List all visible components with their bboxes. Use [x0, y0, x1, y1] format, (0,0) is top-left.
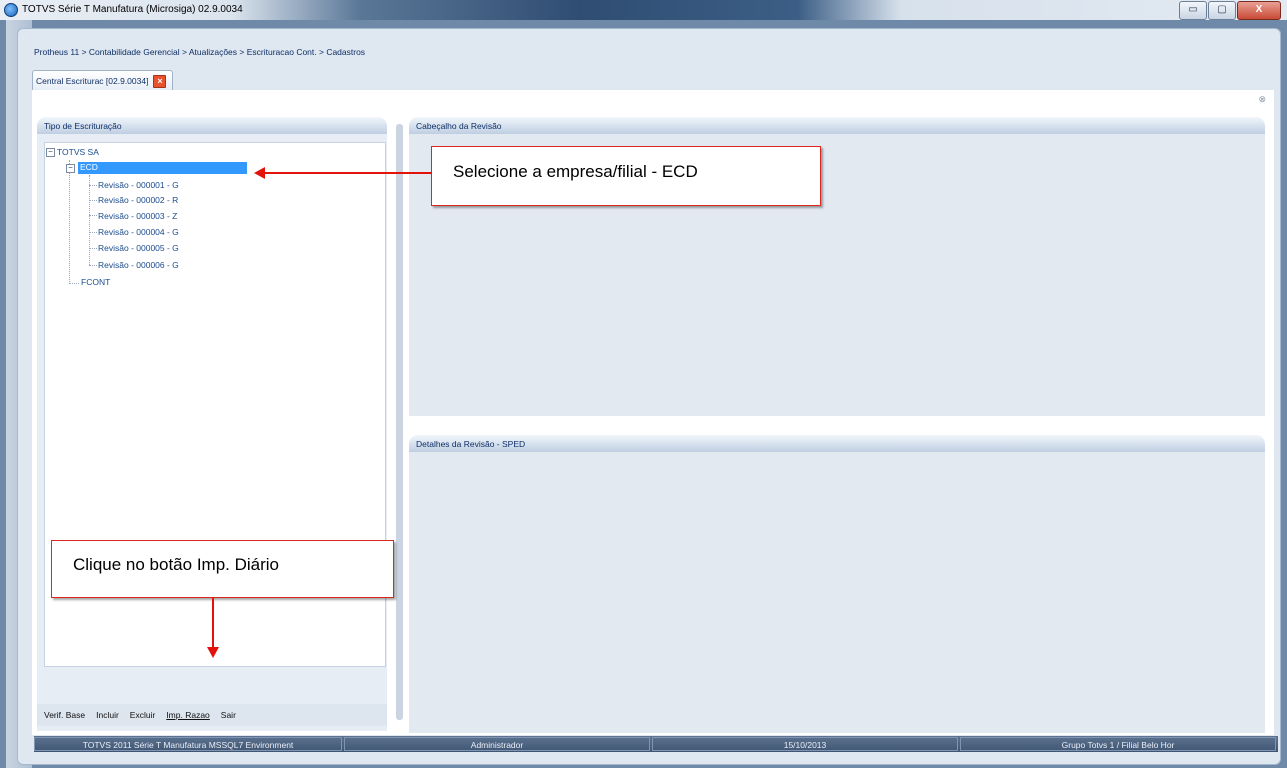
- window-controls: ▭ ▢ X: [1178, 1, 1281, 20]
- tree-node-ecd[interactable]: ECD: [80, 162, 98, 172]
- tab-label: Central Escriturac [02.9.0034]: [36, 76, 149, 86]
- tree-node-revision[interactable]: Revisão - 000003 - Z: [98, 211, 177, 221]
- breadcrumb: Protheus 11 > Contabilidade Gerencial > …: [34, 47, 366, 57]
- minimize-button[interactable]: ▭: [1179, 1, 1207, 20]
- tab-bar: Central Escriturac [02.9.0034] ×: [32, 70, 1274, 91]
- revision-details-panel: [409, 452, 1265, 733]
- imp-razao-button[interactable]: Imp. Razao: [166, 710, 209, 720]
- close-window-button[interactable]: X: [1237, 1, 1281, 20]
- incluir-button[interactable]: Incluir: [96, 710, 119, 720]
- status-user: Administrador: [344, 737, 650, 751]
- tree-line: [69, 283, 79, 284]
- window-titlebar: TOTVS Série T Manufatura (Microsiga) 02.…: [0, 0, 1287, 20]
- tree-node-fcont[interactable]: FCONT: [81, 277, 110, 287]
- arrow-line: [264, 172, 432, 174]
- tree-line: [89, 185, 97, 186]
- tab-close-icon[interactable]: ×: [153, 74, 167, 88]
- app-logo-icon: [4, 3, 18, 17]
- sair-button[interactable]: Sair: [221, 710, 236, 720]
- collapse-icon[interactable]: −: [46, 148, 55, 157]
- header-panel-title: Cabeçalho da Revisão: [409, 117, 1265, 135]
- status-branch: Grupo Totvs 1 / Filial Belo Hor: [960, 737, 1276, 751]
- tree-line: [89, 200, 97, 201]
- tree-node-revision[interactable]: Revisão - 000006 - G: [98, 260, 179, 270]
- arrow-line: [212, 598, 214, 648]
- tree-line: [89, 265, 97, 266]
- tab-central-escriturac[interactable]: Central Escriturac [02.9.0034] ×: [32, 70, 174, 91]
- action-button-bar: Verif. Base Incluir Excluir Imp. Razao S…: [37, 704, 387, 726]
- tree-node-totvs-sa[interactable]: TOTVS SA: [57, 147, 99, 157]
- callout-click-button: Clique no botão Imp. Diário: [51, 540, 394, 598]
- details-panel-title: Detalhes da Revisão - SPED: [409, 435, 1265, 453]
- content-close-icon[interactable]: ⊗: [1258, 94, 1266, 105]
- panel-splitter[interactable]: [396, 124, 403, 720]
- excluir-button[interactable]: Excluir: [130, 710, 156, 720]
- tree-line: [89, 175, 90, 265]
- arrow-left-icon: [254, 167, 265, 179]
- callout-select-company: Selecione a empresa/filial - ECD: [431, 146, 821, 206]
- maximize-button[interactable]: ▢: [1208, 1, 1236, 20]
- tree-node-selection: [78, 162, 247, 174]
- tree-node-revision[interactable]: Revisão - 000005 - G: [98, 243, 179, 253]
- tree-node-revision[interactable]: Revisão - 000004 - G: [98, 227, 179, 237]
- arrow-down-icon: [207, 647, 219, 658]
- tree-line: [69, 160, 70, 284]
- tree-node-revision[interactable]: Revisão - 000001 - G: [98, 180, 179, 190]
- status-bar: TOTVS 2011 Série T Manufatura MSSQL7 Env…: [34, 736, 1278, 752]
- status-environment: TOTVS 2011 Série T Manufatura MSSQL7 Env…: [34, 737, 342, 751]
- collapse-icon[interactable]: −: [66, 164, 75, 173]
- status-date: 15/10/2013: [652, 737, 958, 751]
- tree-line: [89, 232, 97, 233]
- tree-line: [89, 248, 97, 249]
- window-title: TOTVS Série T Manufatura (Microsiga) 02.…: [22, 4, 243, 15]
- verif-base-button[interactable]: Verif. Base: [44, 710, 85, 720]
- left-panel-header: Tipo de Escrituração: [37, 117, 387, 135]
- tree-line: [89, 215, 97, 216]
- tree-node-revision[interactable]: Revisão - 000002 - R: [98, 195, 178, 205]
